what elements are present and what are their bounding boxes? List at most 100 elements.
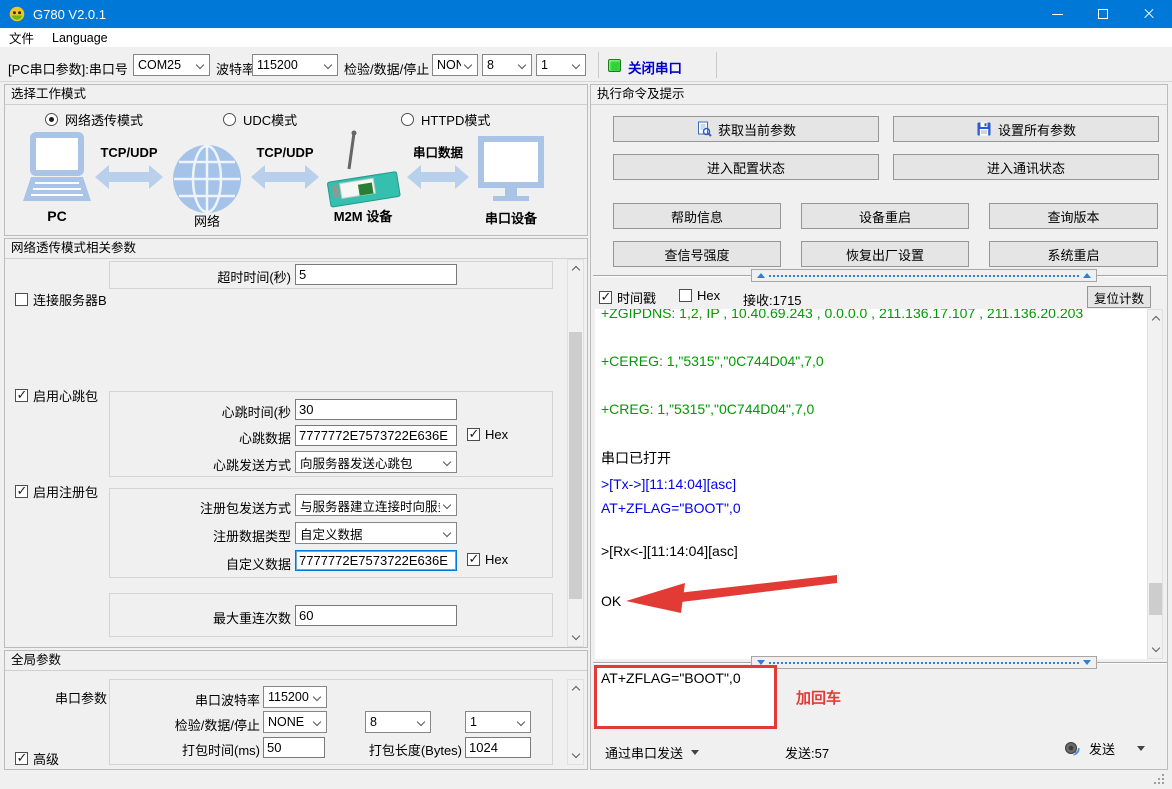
splitter-dots bbox=[769, 275, 1079, 277]
radio-icon bbox=[45, 113, 58, 126]
baud-label: 波特率 bbox=[216, 59, 255, 78]
com-port-select[interactable]: COM25 bbox=[133, 54, 210, 76]
close-serial-button[interactable]: 关闭串口 bbox=[628, 57, 682, 77]
via-serial-label: 通过串口发送 bbox=[605, 743, 683, 762]
parity-label: 检验/数据/停止 bbox=[344, 59, 429, 78]
pack-time-input[interactable] bbox=[263, 737, 325, 758]
system-restart-button[interactable]: 系统重启 bbox=[989, 241, 1158, 267]
set-params-button[interactable]: 设置所有参数 bbox=[893, 116, 1159, 142]
advanced-row[interactable]: 高级 bbox=[15, 749, 59, 768]
annotation-box bbox=[594, 665, 777, 729]
menu-file[interactable]: 文件 bbox=[0, 28, 43, 47]
register-enable-row[interactable]: 启用注册包 bbox=[15, 482, 98, 501]
resize-grip[interactable] bbox=[1152, 772, 1166, 786]
global-parity-select[interactable]: NONE bbox=[263, 711, 327, 733]
speaker-icon bbox=[1063, 740, 1081, 758]
maximize-button[interactable] bbox=[1080, 0, 1126, 28]
register-enable-checkbox[interactable] bbox=[15, 485, 28, 498]
register-type-select[interactable]: 自定义数据 bbox=[295, 522, 457, 544]
heartbeat-time-label: 心跳时间(秒 bbox=[115, 402, 291, 421]
com-port-value: COM25 bbox=[138, 58, 181, 72]
arrow-icon bbox=[251, 165, 319, 189]
register-mode-select[interactable]: 与服务器建立连接时向服务 bbox=[295, 494, 457, 516]
register-mode-value: 与服务器建立连接时向服务 bbox=[300, 496, 440, 515]
global-parity-label: 检验/数据/停止 bbox=[65, 715, 260, 734]
global-data-bits-value: 8 bbox=[370, 715, 377, 729]
advanced-checkbox[interactable] bbox=[15, 752, 28, 765]
chevron-down-icon bbox=[313, 693, 321, 701]
stop-bits-select[interactable]: 1 bbox=[536, 54, 586, 76]
scroll-down-icon[interactable] bbox=[1148, 641, 1163, 658]
splitter-handle[interactable] bbox=[751, 656, 1097, 669]
close-button[interactable] bbox=[1126, 0, 1172, 28]
scroll-down-icon[interactable] bbox=[568, 629, 583, 646]
reconnect-input[interactable] bbox=[295, 605, 457, 626]
hex-row[interactable]: Hex bbox=[679, 288, 720, 303]
enter-comm-button[interactable]: 进入通讯状态 bbox=[893, 154, 1159, 180]
menu-language[interactable]: Language bbox=[43, 31, 117, 45]
send-input[interactable] bbox=[597, 668, 774, 726]
timeout-input[interactable] bbox=[295, 264, 457, 285]
application-window: G780 V2.0.1 文件 Language [PC串口参数]:串口号 COM… bbox=[0, 0, 1172, 789]
chevron-down-icon bbox=[443, 529, 451, 537]
custom-hex-row[interactable]: Hex bbox=[467, 552, 508, 567]
radio-transparent-mode[interactable]: 网络透传模式 bbox=[45, 110, 143, 129]
radio-udc-mode[interactable]: UDC模式 bbox=[223, 110, 297, 129]
get-params-button[interactable]: 获取当前参数 bbox=[613, 116, 879, 142]
custom-hex-checkbox[interactable] bbox=[467, 553, 480, 566]
chevron-down-icon bbox=[517, 718, 525, 726]
hex-checkbox[interactable] bbox=[679, 289, 692, 302]
splitter-handle[interactable] bbox=[751, 269, 1097, 282]
heartbeat-data-input[interactable] bbox=[295, 425, 457, 446]
chevron-down-icon bbox=[196, 61, 204, 69]
window-title: G780 V2.0.1 bbox=[33, 7, 106, 22]
scroll-up-icon[interactable] bbox=[568, 680, 583, 697]
pack-len-input[interactable] bbox=[465, 737, 531, 758]
server-b-checkbox-row[interactable]: 连接服务器B bbox=[15, 290, 107, 309]
device-restart-button[interactable]: 设备重启 bbox=[801, 203, 969, 229]
get-params-label: 获取当前参数 bbox=[718, 120, 796, 139]
scrollbar-thumb[interactable] bbox=[569, 332, 582, 599]
heartbeat-mode-select[interactable]: 向服务器发送心跳包 bbox=[295, 451, 457, 473]
via-serial-dropdown[interactable]: 通过串口发送 bbox=[605, 743, 699, 762]
splitter-arrow-icon bbox=[1083, 660, 1091, 665]
net-params-scrollbar[interactable] bbox=[567, 259, 584, 647]
server-b-checkbox[interactable] bbox=[15, 293, 28, 306]
chevron-down-icon bbox=[417, 718, 425, 726]
heartbeat-hex-row[interactable]: Hex bbox=[467, 427, 508, 442]
log-scrollbar[interactable] bbox=[1147, 309, 1163, 659]
heartbeat-enable-row[interactable]: 启用心跳包 bbox=[15, 386, 98, 405]
custom-data-input[interactable] bbox=[295, 550, 457, 571]
timestamp-checkbox[interactable] bbox=[599, 291, 612, 304]
baud-select[interactable]: 115200 bbox=[252, 54, 338, 76]
command-panel-title: 执行命令及提示 bbox=[591, 85, 1167, 105]
scroll-down-icon[interactable] bbox=[568, 747, 583, 764]
reset-count-button[interactable]: 复位计数 bbox=[1087, 286, 1151, 308]
global-data-bits-select[interactable]: 8 bbox=[365, 711, 431, 733]
heartbeat-time-input[interactable] bbox=[295, 399, 457, 420]
query-signal-button[interactable]: 查信号强度 bbox=[613, 241, 781, 267]
global-params-scrollbar[interactable] bbox=[567, 679, 584, 765]
radio-httpd-label: HTTPD模式 bbox=[421, 110, 490, 129]
command-panel-group: 执行命令及提示 获取当前参数 设置所有参数 进入配置状态 进入 bbox=[590, 84, 1168, 770]
send-button[interactable]: 发送 bbox=[1063, 739, 1145, 758]
heartbeat-hex-checkbox[interactable] bbox=[467, 428, 480, 441]
heartbeat-enable-checkbox[interactable] bbox=[15, 389, 28, 402]
enter-config-button[interactable]: 进入配置状态 bbox=[613, 154, 879, 180]
radio-httpd-mode[interactable]: HTTPD模式 bbox=[401, 110, 490, 129]
scroll-up-icon[interactable] bbox=[568, 260, 583, 277]
tcp-udp-label-2: TCP/UDP bbox=[256, 145, 313, 160]
scroll-up-icon[interactable] bbox=[1148, 310, 1163, 327]
heartbeat-mode-label: 心跳发送方式 bbox=[115, 455, 291, 474]
minimize-button[interactable] bbox=[1034, 0, 1080, 28]
global-stop-bits-select[interactable]: 1 bbox=[465, 711, 531, 733]
global-baud-select[interactable]: 115200 bbox=[263, 686, 327, 708]
parity-select[interactable]: NONI bbox=[432, 54, 478, 76]
factory-reset-button[interactable]: 恢复出厂设置 bbox=[801, 241, 969, 267]
query-version-button[interactable]: 查询版本 bbox=[989, 203, 1158, 229]
timestamp-row[interactable]: 时间戳 bbox=[599, 288, 656, 307]
scrollbar-thumb[interactable] bbox=[1149, 583, 1162, 615]
data-bits-select[interactable]: 8 bbox=[482, 54, 532, 76]
enter-config-label: 进入配置状态 bbox=[707, 158, 785, 177]
help-button[interactable]: 帮助信息 bbox=[613, 203, 781, 229]
